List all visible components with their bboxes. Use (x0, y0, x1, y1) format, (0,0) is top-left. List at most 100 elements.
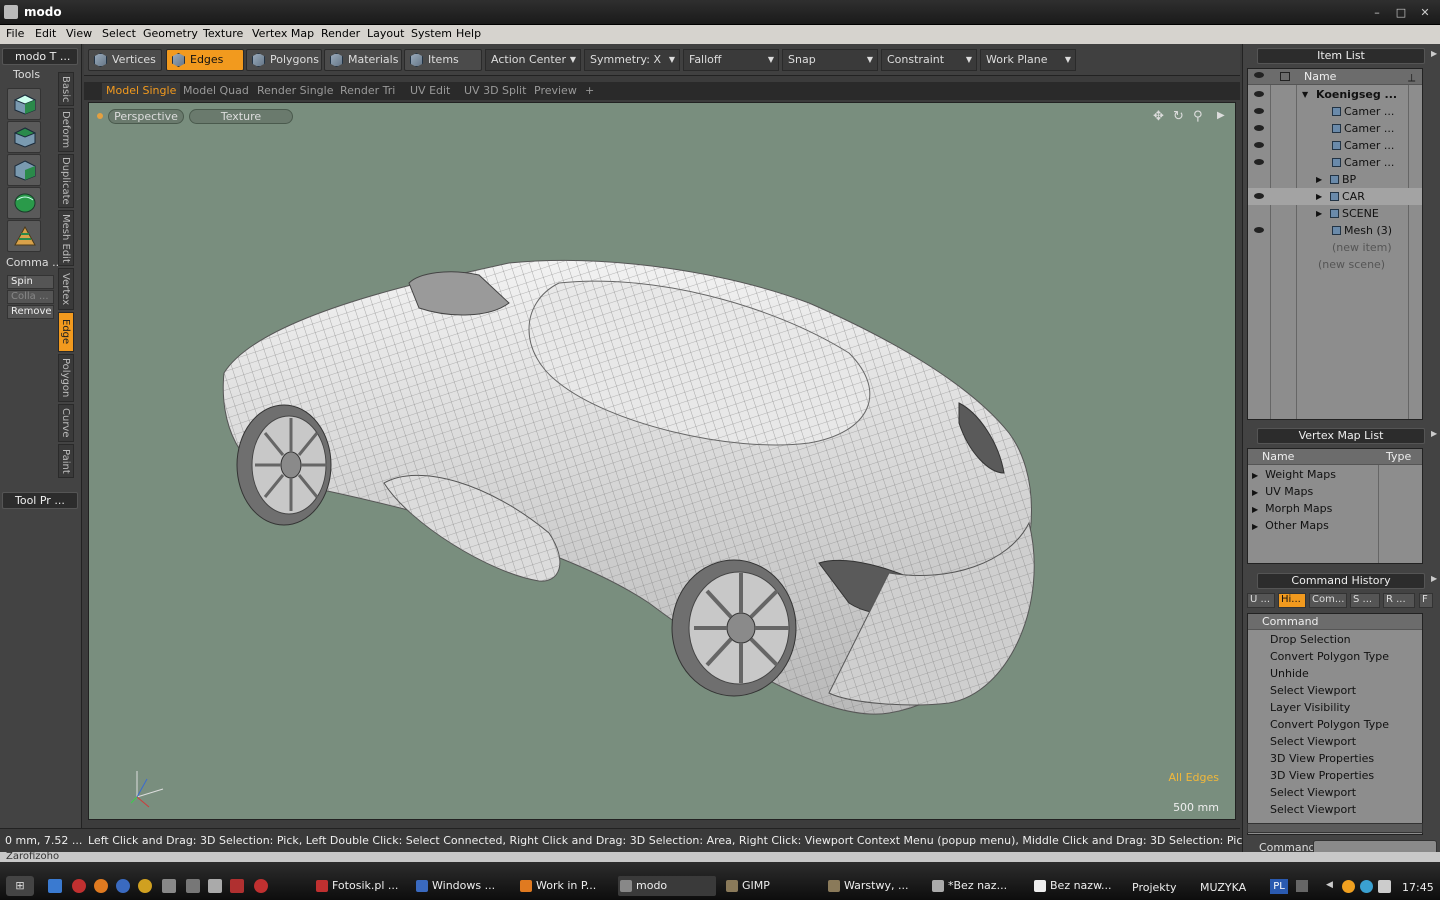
vmap-type-column[interactable]: Type (1386, 449, 1411, 464)
tab-render-tri[interactable]: Render Tri (336, 83, 399, 100)
history-row[interactable]: Select Viewport (1270, 682, 1356, 699)
item-list-row[interactable]: ▶ BP (1248, 171, 1422, 188)
tab-preview[interactable]: Preview (530, 83, 581, 100)
tab-uv-3d-split[interactable]: UV 3D Split (460, 83, 530, 100)
vtab-edge[interactable]: Edge (58, 312, 74, 352)
visibility-eye-icon[interactable] (1254, 142, 1264, 148)
tab-uv-edit[interactable]: UV Edit (406, 83, 454, 100)
work-plane-dropdown[interactable]: Work Plane ▼ (980, 49, 1076, 71)
lock-column-icon[interactable] (1280, 72, 1290, 81)
history-row[interactable]: Layer Visibility (1270, 699, 1350, 716)
tab-undo[interactable]: U ... (1247, 593, 1275, 608)
quicklaunch-acrobat-icon[interactable] (254, 879, 268, 893)
bevel-tool-icon[interactable] (7, 121, 41, 153)
item-list-row[interactable]: Camer ... (1248, 137, 1422, 154)
panel-expand-icon[interactable]: ▶ (1431, 429, 1437, 438)
vtab-paint[interactable]: Paint (58, 444, 74, 478)
tab-results[interactable]: R ... (1383, 593, 1415, 608)
vertex-map-list-header[interactable]: Vertex Map List (1257, 428, 1425, 444)
item-list-header[interactable]: Item List (1257, 48, 1425, 64)
menu-render[interactable]: Render (321, 27, 360, 40)
menu-vertex-map[interactable]: Vertex Map (252, 27, 314, 40)
vmap-name-column[interactable]: Name (1262, 449, 1294, 464)
tray-app-icon[interactable] (1342, 880, 1355, 893)
expand-arrow-icon[interactable]: ▼ (1302, 86, 1308, 103)
history-scrollbar[interactable] (1247, 823, 1423, 833)
falloff-dropdown[interactable]: Falloff ▼ (683, 49, 779, 71)
item-list-row[interactable]: ▶ SCENE (1248, 205, 1422, 222)
vtab-polygon[interactable]: Polygon (58, 354, 74, 402)
visibility-eye-icon[interactable] (1254, 159, 1264, 165)
menu-help[interactable]: Help (456, 27, 481, 40)
menu-system[interactable]: System (411, 27, 452, 40)
vtab-vertex[interactable]: Vertex (58, 268, 74, 310)
expand-arrow-icon[interactable]: ▶ (1252, 488, 1258, 497)
command-history-header[interactable]: Command History (1257, 573, 1425, 589)
quicklaunch-app-icon[interactable] (230, 879, 244, 893)
visibility-eye-icon[interactable] (1254, 125, 1264, 131)
vtab-duplicate[interactable]: Duplicate (58, 154, 74, 208)
polygons-mode-button[interactable]: Polygons (246, 49, 322, 71)
snap-dropdown[interactable]: Snap ▼ (782, 49, 878, 71)
history-row[interactable]: Unhide (1270, 665, 1309, 682)
item-list-row[interactable]: (new item) (1248, 239, 1422, 256)
vertices-mode-button[interactable]: Vertices (88, 49, 162, 71)
task-fotosik[interactable]: Fotosik.pl ... (314, 876, 408, 896)
quicklaunch-media-icon[interactable] (138, 879, 152, 893)
smooth-tool-icon[interactable] (7, 187, 41, 219)
tab-model-quad[interactable]: Model Quad (179, 83, 253, 100)
expand-arrow-icon[interactable]: ▶ (1252, 522, 1258, 531)
vtab-curve[interactable]: Curve (58, 404, 74, 442)
tray-volume-icon[interactable] (1378, 880, 1391, 893)
3d-viewport[interactable]: Perspective Texture ✥ ↻ ⚲ ▶ All Edges 50… (88, 102, 1236, 820)
menu-geometry[interactable]: Geometry (143, 27, 198, 40)
vtab-deform[interactable]: Deform (58, 108, 74, 152)
task-gimp[interactable]: GIMP (724, 876, 818, 896)
language-indicator[interactable]: PL (1270, 879, 1288, 894)
extrude-tool-icon[interactable] (7, 154, 41, 186)
close-button[interactable]: ✕ (1416, 5, 1434, 20)
quicklaunch-monitor-icon[interactable] (208, 879, 222, 893)
history-row[interactable]: Drop Selection (1270, 631, 1351, 648)
visibility-eye-icon[interactable] (1254, 193, 1264, 199)
vtab-basic[interactable]: Basic (58, 72, 74, 106)
task-warstwy[interactable]: Warstwy, ... (826, 876, 920, 896)
task-bez-nazwy-2[interactable]: Bez nazw... (1032, 876, 1126, 896)
menu-file[interactable]: File (6, 27, 24, 40)
history-row[interactable]: Convert Polygon Type (1270, 716, 1389, 733)
history-row[interactable]: Select Viewport (1270, 733, 1356, 750)
menu-layout[interactable]: Layout (367, 27, 404, 40)
task-modo[interactable]: modo (618, 876, 716, 896)
task-bez-nazwy-1[interactable]: *Bez naz... (930, 876, 1024, 896)
item-list-row[interactable]: (new scene) (1248, 256, 1422, 273)
expand-arrow-icon[interactable]: ▶ (1316, 188, 1322, 205)
tab-model-single[interactable]: Model Single (102, 83, 181, 100)
history-row[interactable]: Select Viewport (1270, 784, 1356, 801)
quicklaunch-opera-icon[interactable] (72, 879, 86, 893)
vtab-mesh-edit[interactable]: Mesh Edit (58, 210, 74, 266)
tray-network-icon[interactable] (1360, 880, 1373, 893)
loop-slice-tool-icon[interactable] (7, 220, 41, 252)
weight-maps-row[interactable]: ▶ Weight Maps (1252, 466, 1336, 483)
expand-arrow-icon[interactable]: ▶ (1316, 171, 1322, 188)
visibility-eye-icon[interactable] (1254, 227, 1264, 233)
minimize-button[interactable]: – (1368, 5, 1386, 20)
collapse-button[interactable]: Colla ... (7, 290, 54, 304)
tab-scripts[interactable]: S ... (1350, 593, 1380, 608)
action-center-dropdown[interactable]: Action Center ▼ (485, 49, 581, 71)
name-column-header[interactable]: Name (1304, 69, 1336, 84)
command-column-header[interactable]: Command (1248, 614, 1422, 630)
constraint-dropdown[interactable]: Constraint ▼ (881, 49, 977, 71)
item-type-icon[interactable]: ⟂ (1408, 70, 1415, 85)
tool-properties-header[interactable]: Tool Pr ... (2, 492, 78, 509)
history-row[interactable]: Select Viewport (1270, 801, 1356, 818)
menu-edit[interactable]: Edit (35, 27, 56, 40)
item-list-row[interactable]: Mesh (3) (1248, 222, 1422, 239)
menu-texture[interactable]: Texture (203, 27, 243, 40)
expand-arrow-icon[interactable]: ▶ (1252, 471, 1258, 480)
history-row[interactable]: Convert Polygon Type (1270, 648, 1389, 665)
other-maps-row[interactable]: ▶ Other Maps (1252, 517, 1329, 534)
start-button[interactable]: ⊞ (6, 876, 34, 896)
car-wireframe-model[interactable] (89, 103, 1235, 819)
toolbox-header[interactable]: modo T ... (2, 48, 78, 65)
